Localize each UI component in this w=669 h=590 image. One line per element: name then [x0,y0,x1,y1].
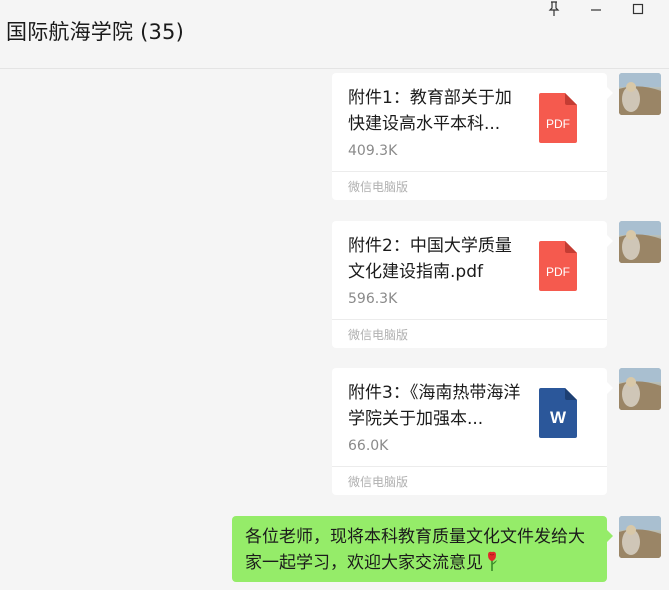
file-source: 微信电脑版 [348,328,409,342]
pdf-icon: PDF [539,93,577,143]
divider [332,466,607,467]
file-size: 596.3K [348,291,398,307]
pin-icon[interactable] [542,0,566,18]
file-size: 409.3K [348,143,398,159]
file-message[interactable]: 附件2：中国大学质量文化建设指南.pdf 596.3K 微信电脑版 PDF [332,221,613,348]
bubble-tail [607,530,613,542]
bubble-tail [607,382,613,394]
bubble-tail [607,235,613,247]
maximize-icon[interactable] [626,0,650,18]
message-body: 各位老师，现将本科教育质量文化文件发给大家一起学习，欢迎大家交流意见 [245,527,585,573]
avatar[interactable] [619,368,661,410]
word-icon: W [539,388,577,438]
avatar[interactable] [619,516,661,558]
file-type-label: PDF [546,117,570,131]
text-message[interactable]: 各位老师，现将本科教育质量文化文件发给大家一起学习，欢迎大家交流意见 [232,516,613,582]
title-bar: 国际航海学院 (35) [0,0,669,69]
file-type-label: PDF [546,265,570,279]
bubble-tail [607,87,613,99]
divider [332,319,607,320]
file-name: 附件1：教育部关于加快建设高水平本科... [348,88,512,134]
file-name: 附件3：《海南热带海洋学院关于加强本... [348,383,521,429]
file-source: 微信电脑版 [348,180,409,194]
avatar[interactable] [619,73,661,115]
file-source: 微信电脑版 [348,475,409,489]
file-message[interactable]: 附件3：《海南热带海洋学院关于加强本... 66.0K 微信电脑版 W [332,368,613,495]
file-name: 附件2：中国大学质量文化建设指南.pdf [348,236,512,282]
avatar[interactable] [619,221,661,263]
rose-icon [485,551,499,579]
file-message[interactable]: 附件1：教育部关于加快建设高水平本科... 409.3K 微信电脑版 PDF [332,73,613,200]
divider [332,171,607,172]
minimize-icon[interactable] [584,0,608,18]
file-type-label: W [549,408,567,427]
chat-title: 国际航海学院 (35) [6,20,184,44]
file-size: 66.0K [348,438,389,454]
pdf-icon: PDF [539,241,577,291]
message-text: 各位老师，现将本科教育质量文化文件发给大家一起学习，欢迎大家交流意见 [245,524,600,579]
